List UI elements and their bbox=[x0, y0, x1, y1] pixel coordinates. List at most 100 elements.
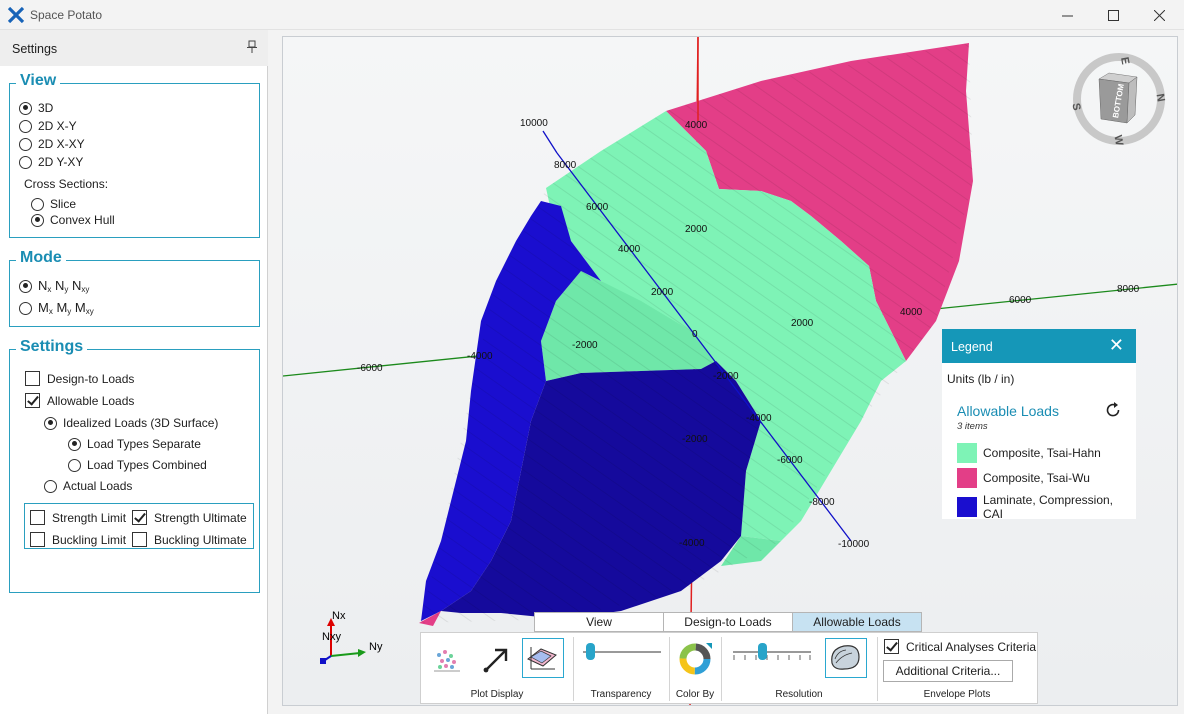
settings-header: Settings bbox=[0, 30, 268, 66]
mode-option-m[interactable]: Mx My Mxy bbox=[19, 300, 94, 316]
tab-allowable-loads[interactable]: Allowable Loads bbox=[792, 612, 922, 632]
radio-mode-n[interactable] bbox=[19, 279, 32, 293]
tick-label: -6000 bbox=[357, 363, 383, 374]
envelope-plots-label: Envelope Plots bbox=[923, 689, 991, 700]
radio-slice[interactable] bbox=[31, 197, 44, 211]
radio-separate[interactable] bbox=[68, 437, 81, 451]
tick-label: -4000 bbox=[679, 538, 705, 549]
refresh-icon[interactable] bbox=[1104, 401, 1122, 419]
vector-arrow-icon[interactable] bbox=[481, 643, 513, 675]
tick-label: -6000 bbox=[777, 455, 803, 466]
mode-m-label: Mx My Mxy bbox=[38, 300, 94, 316]
check-strength-ultimate[interactable] bbox=[132, 510, 147, 525]
pin-icon[interactable] bbox=[246, 40, 258, 54]
legend-item-count: 3 items bbox=[957, 421, 988, 432]
view-option-2d-y-xy[interactable]: 2D Y-XY bbox=[19, 155, 83, 169]
check-allowable-loads[interactable] bbox=[25, 393, 40, 408]
view-option-2d-x-y[interactable]: 2D X-Y bbox=[19, 119, 77, 133]
tick-label: -4000 bbox=[467, 351, 493, 362]
check-design-to-loads[interactable] bbox=[25, 371, 40, 386]
close-icon bbox=[1153, 9, 1165, 21]
color-by-label: Color By bbox=[675, 689, 715, 700]
settings-panel: Settings View 3D 2D X-Y 2D X-XY 2D Y-XY … bbox=[0, 30, 268, 714]
check-buckling-limit[interactable] bbox=[30, 532, 45, 547]
envelope-shape-button[interactable] bbox=[825, 638, 867, 678]
cross-option-convex-hull[interactable]: Convex Hull bbox=[31, 213, 115, 227]
buckling-ultimate-checkbox[interactable]: Buckling Ultimate bbox=[132, 532, 247, 547]
radio-label: Actual Loads bbox=[63, 479, 133, 493]
tick-label: -4000 bbox=[746, 413, 772, 424]
plot-display-label: Plot Display bbox=[470, 689, 524, 700]
load-types-combined-option[interactable]: Load Types Combined bbox=[68, 458, 207, 472]
radio-idealized[interactable] bbox=[44, 416, 57, 430]
mode-option-n[interactable]: Nx Ny Nxy bbox=[19, 278, 89, 294]
radio-combined[interactable] bbox=[68, 458, 81, 472]
radio-2d-x-xy[interactable] bbox=[19, 137, 32, 151]
checkbox-label: Allowable Loads bbox=[47, 393, 135, 408]
check-buckling-ultimate[interactable] bbox=[132, 532, 147, 547]
color-wheel-icon[interactable] bbox=[678, 641, 714, 677]
allowable-loads-checkbox[interactable]: Allowable Loads bbox=[25, 393, 134, 408]
legend-title: Legend bbox=[951, 340, 993, 354]
mode-group-title: Mode bbox=[16, 249, 66, 267]
legend-item: Composite, Tsai-Hahn bbox=[957, 443, 1101, 463]
app-logo-icon bbox=[8, 7, 24, 23]
load-types-separate-option[interactable]: Load Types Separate bbox=[68, 437, 201, 451]
tick-label: 2000 bbox=[791, 318, 814, 329]
radio-convex-hull[interactable] bbox=[31, 213, 44, 227]
transparency-slider-thumb[interactable] bbox=[586, 643, 595, 660]
surface-plot-icon bbox=[527, 647, 557, 670]
tick-label: 4000 bbox=[685, 120, 708, 131]
tick-label: 4000 bbox=[900, 307, 923, 318]
critical-analyses-checkbox[interactable]: Critical Analyses Criteria bbox=[884, 639, 1036, 654]
view-option-2d-x-xy[interactable]: 2D X-XY bbox=[19, 137, 85, 151]
checkbox-label: Strength Limit bbox=[52, 510, 127, 525]
buckling-limit-checkbox[interactable]: Buckling Limit bbox=[30, 532, 126, 547]
cross-option-slice[interactable]: Slice bbox=[31, 197, 76, 211]
check-critical-analyses[interactable] bbox=[884, 639, 899, 654]
tick-label: -2000 bbox=[572, 340, 598, 351]
tick-label: -10000 bbox=[838, 539, 870, 550]
radio-2d-y-xy[interactable] bbox=[19, 155, 32, 169]
envelope-shape-icon bbox=[831, 645, 860, 670]
resolution-slider-track[interactable] bbox=[733, 651, 811, 653]
actual-loads-option[interactable]: Actual Loads bbox=[44, 479, 132, 493]
radio-mode-m[interactable] bbox=[19, 301, 32, 315]
tick-label: 2000 bbox=[685, 224, 708, 235]
idealized-loads-option[interactable]: Idealized Loads (3D Surface) bbox=[44, 416, 218, 430]
surface-plot-button[interactable] bbox=[522, 638, 564, 678]
tab-view[interactable]: View bbox=[534, 612, 664, 632]
radio-actual[interactable] bbox=[44, 479, 57, 493]
legend-swatch bbox=[957, 468, 977, 488]
checkbox-label: Buckling Ultimate bbox=[154, 532, 247, 547]
transparency-label: Transparency bbox=[590, 689, 652, 700]
title-bar: Space Potato bbox=[0, 0, 1184, 30]
view-option-label: 2D X-Y bbox=[38, 119, 77, 133]
view-option-3d[interactable]: 3D bbox=[19, 101, 53, 115]
legend-item-label: Composite, Tsai-Hahn bbox=[983, 446, 1101, 460]
tab-design-to-loads[interactable]: Design-to Loads bbox=[663, 612, 793, 632]
resolution-ticks bbox=[733, 655, 811, 660]
minimize-button[interactable] bbox=[1044, 0, 1090, 30]
resolution-slider-thumb[interactable] bbox=[758, 643, 767, 660]
check-strength-limit[interactable] bbox=[30, 510, 45, 525]
tick-label: 0 bbox=[692, 329, 698, 340]
legend-units: Units (lb / in) bbox=[947, 372, 1015, 386]
additional-criteria-button[interactable]: Additional Criteria... bbox=[883, 660, 1013, 682]
compass-label: E bbox=[1118, 56, 1131, 65]
ribbon-toolbar: Plot Display Transparency Color By Resol… bbox=[420, 632, 1038, 704]
navigation-cube[interactable]: BOTTOM E N S W bbox=[1069, 53, 1167, 147]
radio-2d-x-y[interactable] bbox=[19, 119, 32, 133]
window-title: Space Potato bbox=[30, 8, 103, 22]
strength-limit-checkbox[interactable]: Strength Limit bbox=[30, 510, 126, 525]
close-button[interactable] bbox=[1136, 0, 1182, 30]
settings-group-title: Settings bbox=[16, 338, 88, 356]
maximize-button[interactable] bbox=[1090, 0, 1136, 30]
scatter-plot-icon[interactable] bbox=[431, 643, 463, 675]
view-group-title: View bbox=[16, 72, 61, 90]
radio-3d[interactable] bbox=[19, 101, 32, 115]
legend-close-icon[interactable]: ✕ bbox=[1109, 335, 1124, 356]
checkbox-label: Buckling Limit bbox=[52, 532, 127, 547]
strength-ultimate-checkbox[interactable]: Strength Ultimate bbox=[132, 510, 247, 525]
design-to-loads-checkbox[interactable]: Design-to Loads bbox=[25, 371, 134, 386]
